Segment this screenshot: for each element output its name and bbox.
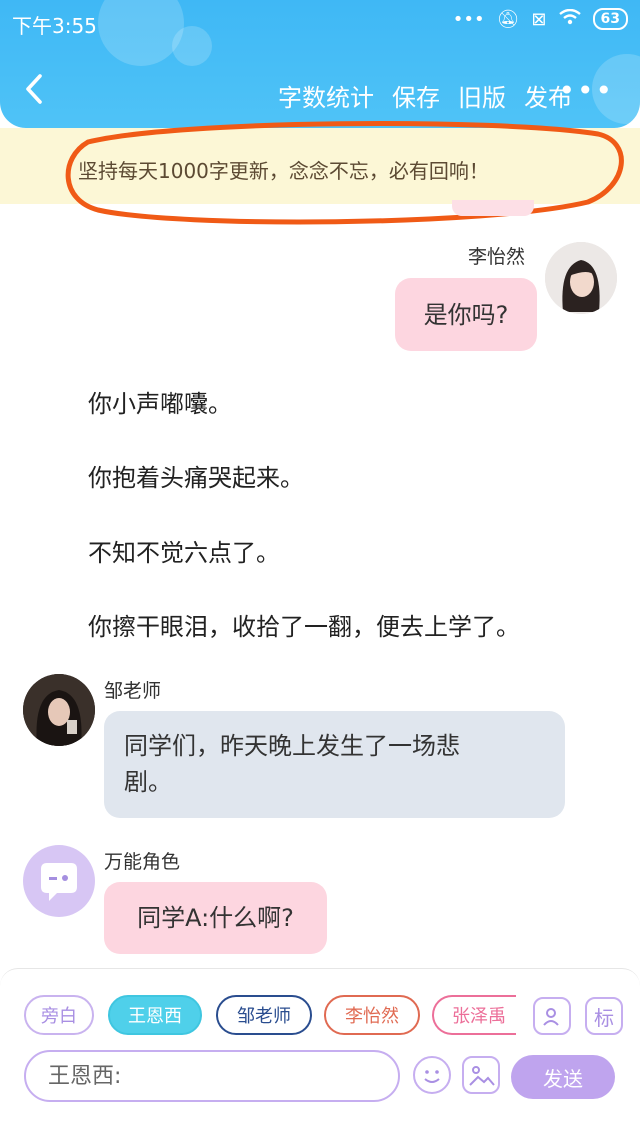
- more-dots-icon: •••: [452, 8, 485, 30]
- message-text-line: 剧。: [124, 768, 172, 796]
- character-chip[interactable]: 张泽禹: [432, 995, 516, 1035]
- narration-line: 你小声嘟囔。: [88, 390, 232, 418]
- character-manager-button[interactable]: [533, 997, 571, 1035]
- wifi-icon: [558, 8, 581, 30]
- speaker-name: 万能角色: [104, 851, 181, 873]
- speaker-name: 邹老师: [104, 680, 162, 702]
- chat-bubble[interactable]: 同学A:什么啊?: [104, 882, 327, 954]
- chat-bubble[interactable]: 是你吗?: [395, 278, 537, 351]
- message-text: 是你吗?: [423, 300, 509, 329]
- hand-drawn-circle-annotation: [65, 121, 624, 225]
- previous-bubble-edge: [452, 200, 534, 216]
- status-time: 下午3:55: [12, 14, 97, 38]
- character-chip[interactable]: 李怡然: [324, 995, 420, 1035]
- character-chip-selected[interactable]: 王恩西: [108, 995, 202, 1035]
- avatar[interactable]: [23, 674, 95, 746]
- mark-button[interactable]: 标: [585, 997, 623, 1035]
- narration-line: 你擦干眼泪，收拾了一翻，便去上学了。: [88, 613, 520, 641]
- image-button[interactable]: [462, 1056, 500, 1094]
- message-input[interactable]: [24, 1050, 400, 1102]
- mark-label: 标: [594, 1005, 614, 1030]
- narration-line: 不知不觉六点了。: [88, 539, 280, 567]
- smiley-icon: [424, 1070, 440, 1083]
- status-icons: ••• 🔕︎ ⊠ 63: [453, 8, 628, 30]
- avatar[interactable]: [23, 845, 95, 917]
- person-icon: [543, 1008, 559, 1026]
- old-version-button[interactable]: 旧版: [458, 78, 506, 113]
- message-text: 同学A:什么啊?: [137, 904, 294, 932]
- decor-bubble: [98, 0, 184, 66]
- word-count-button[interactable]: 字数统计: [278, 78, 374, 113]
- bell-off-icon: 🔕︎: [496, 8, 520, 30]
- chat-bubble-icon: [41, 863, 77, 901]
- character-chip-narrator[interactable]: 旁白: [24, 995, 94, 1035]
- sim-icon: ⊠: [531, 8, 547, 30]
- emoji-button[interactable]: [413, 1056, 451, 1094]
- avatar[interactable]: [545, 242, 617, 314]
- image-icon: [469, 1066, 495, 1086]
- send-button[interactable]: 发送: [511, 1055, 615, 1099]
- speaker-name: 李怡然: [468, 246, 526, 268]
- back-button[interactable]: [22, 72, 48, 106]
- header-actions: 字数统计 保存 旧版 发布: [278, 78, 572, 113]
- narration-line: 你抱着头痛哭起来。: [88, 464, 304, 492]
- chat-bubble[interactable]: 同学们，昨天晚上发生了一场悲 剧。: [104, 711, 565, 818]
- decor-bubble: [172, 26, 212, 66]
- battery-icon: 63: [592, 8, 628, 30]
- save-button[interactable]: 保存: [392, 78, 440, 113]
- chevron-left-icon: [26, 74, 42, 104]
- message-text-line: 同学们，昨天晚上发生了一场悲: [124, 732, 460, 760]
- more-menu-button[interactable]: •••: [558, 74, 614, 107]
- character-chip[interactable]: 邹老师: [216, 995, 312, 1035]
